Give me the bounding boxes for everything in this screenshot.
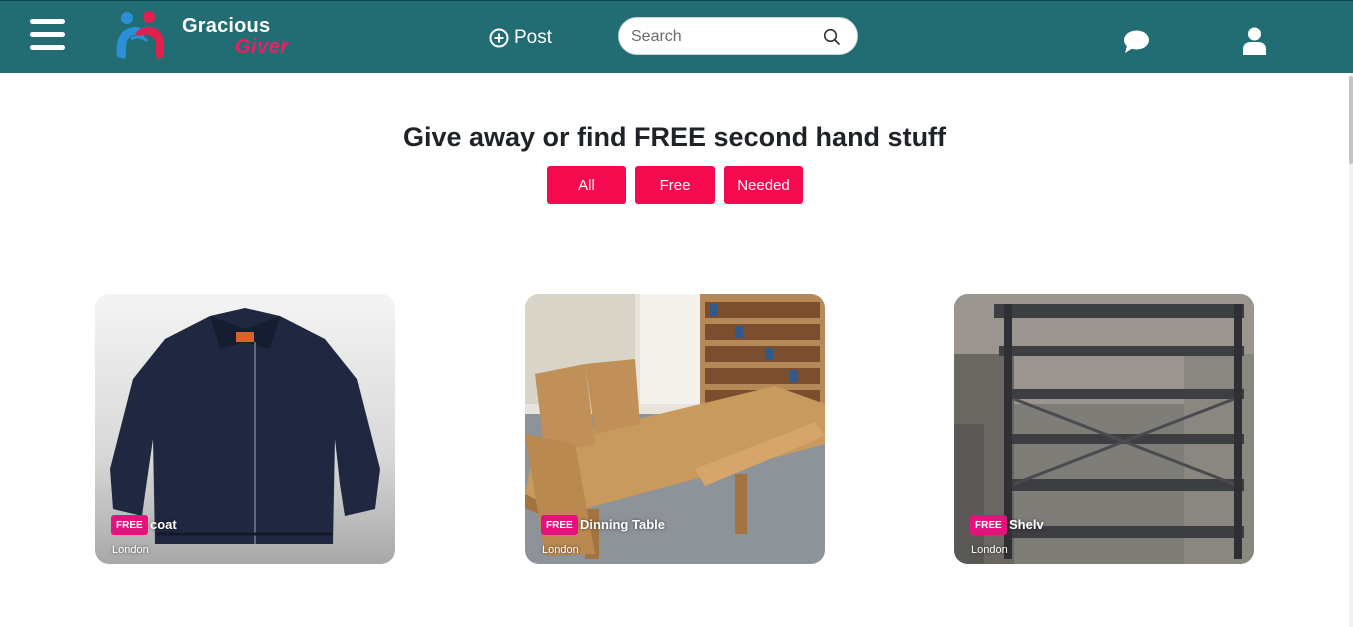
listing-location: London [542,544,579,556]
listing-title: coat [150,517,177,532]
listing-location: London [112,544,149,556]
filter-buttons: All Free Needed [547,166,803,204]
search-input[interactable] [631,26,821,48]
free-badge: FREE [541,515,578,535]
post-button[interactable]: Post [489,25,552,51]
listing-location: London [971,544,1008,556]
listing-card-shelv[interactable]: FREE Shelv London [954,294,1254,564]
logo[interactable]: Gracious Giver [113,9,303,65]
scrollbar-thumb[interactable] [1349,76,1353,164]
free-badge: FREE [970,515,1007,535]
plus-circle-icon [489,28,509,48]
listing-title: Dinning Table [580,517,665,532]
logo-text-primary: Gracious [182,15,271,37]
filter-needed-button[interactable]: Needed [724,166,803,204]
search-bar [618,17,858,55]
free-badge: FREE [111,515,148,535]
user-icon[interactable] [1243,27,1266,55]
top-navbar: Gracious Giver Post [0,0,1353,73]
logo-mark-icon [116,11,165,59]
post-label: Post [514,27,553,48]
listing-card-coat[interactable]: FREE coat London [95,294,395,564]
chat-icon[interactable] [1123,29,1150,54]
menu-icon[interactable] [30,19,65,51]
filter-all-button[interactable]: All [547,166,626,204]
search-icon[interactable] [823,28,841,46]
listing-title: Shelv [1009,517,1044,532]
page-title: Give away or find FREE second hand stuff [402,122,947,152]
listing-card-dinning-table[interactable]: FREE Dinning Table London [525,294,825,564]
filter-free-button[interactable]: Free [635,166,715,204]
logo-text-secondary: Giver [235,36,289,58]
